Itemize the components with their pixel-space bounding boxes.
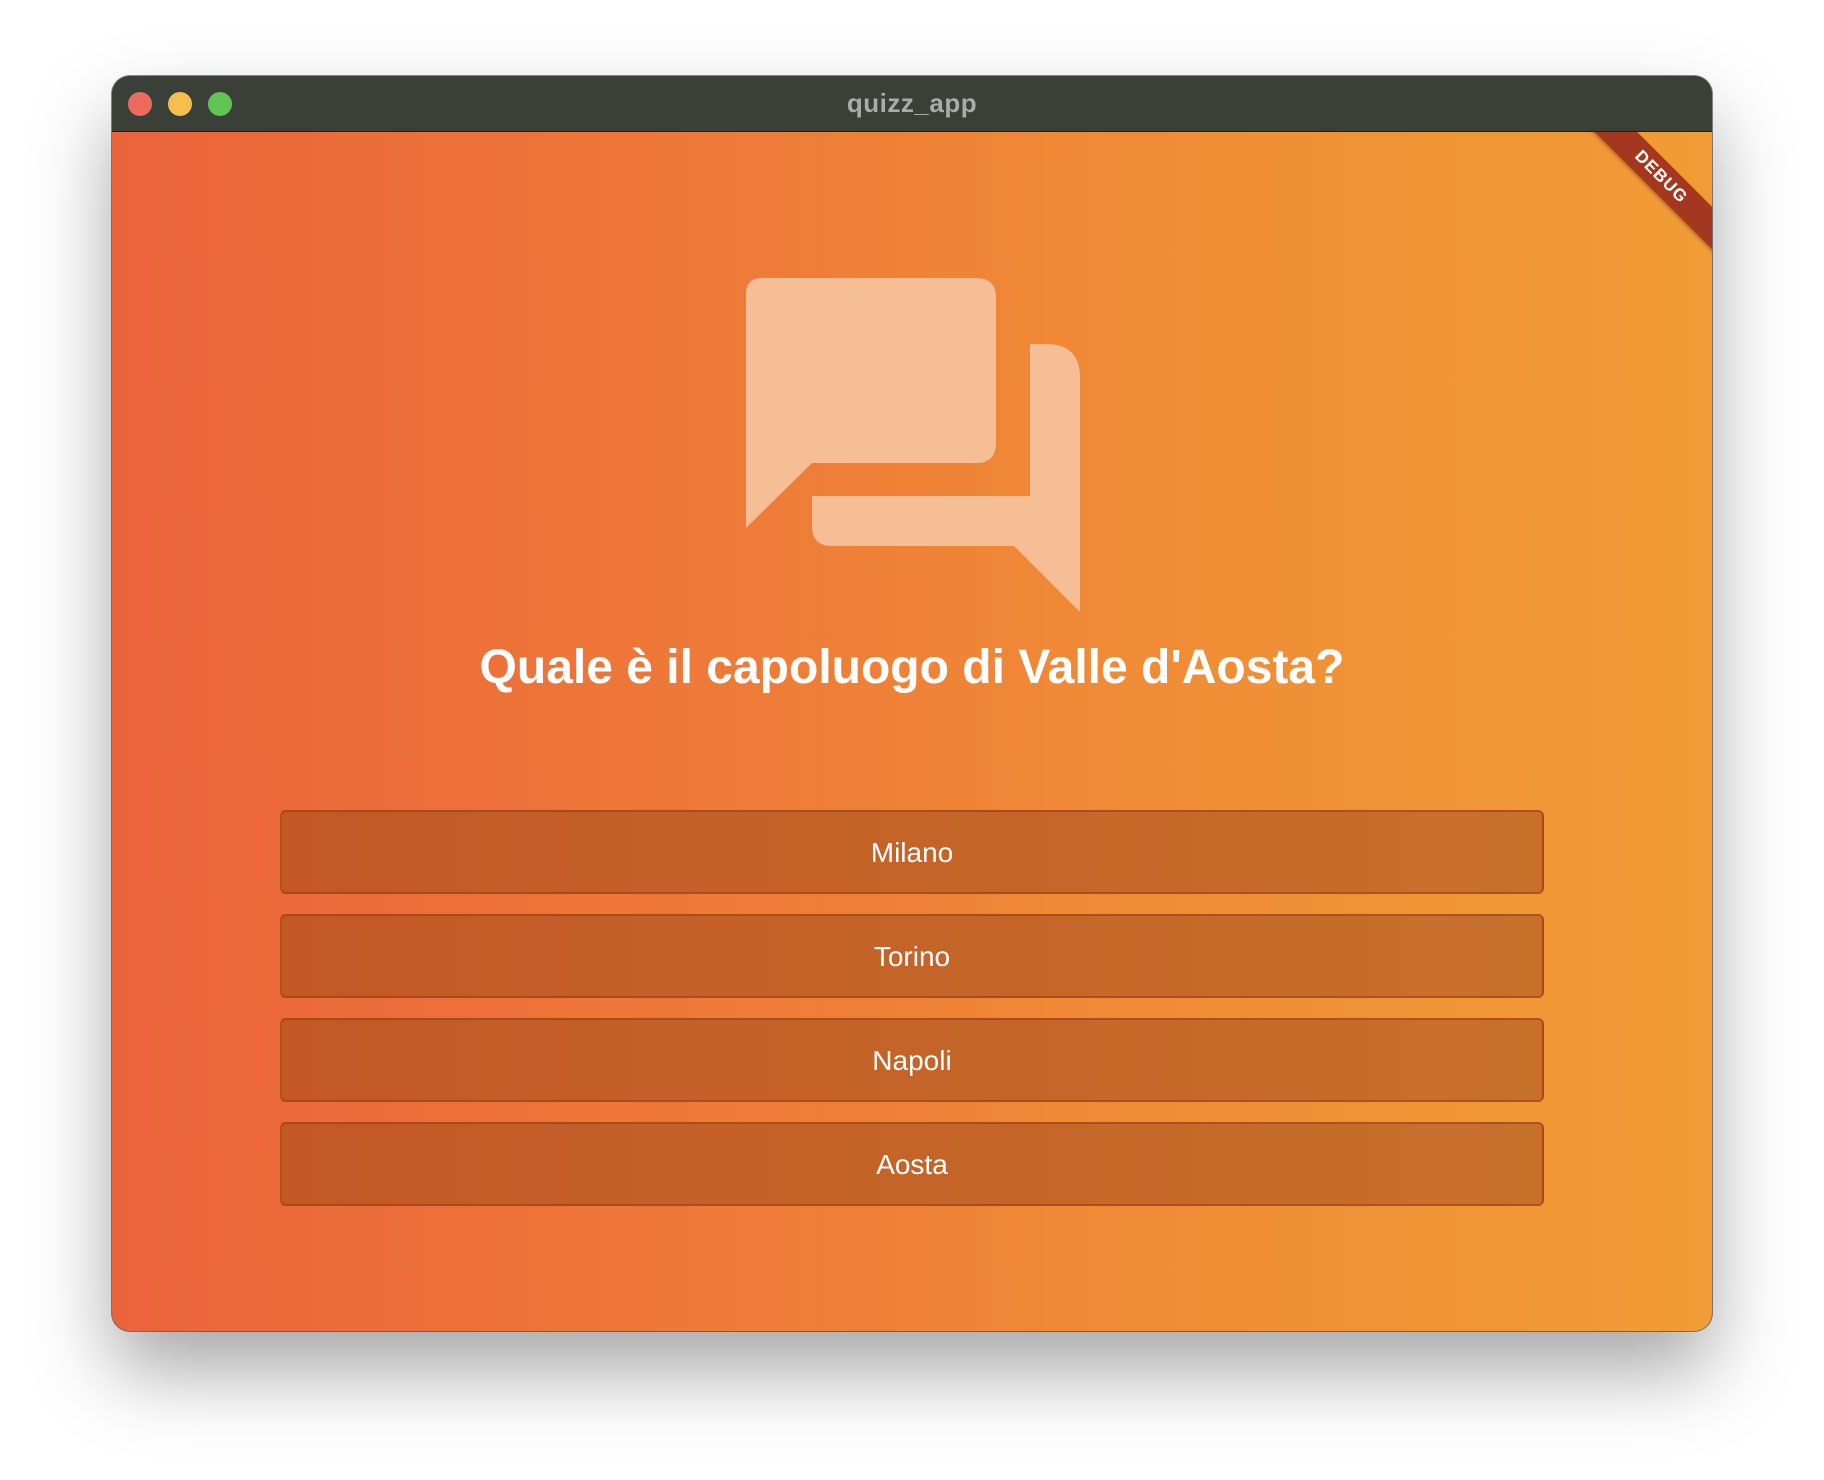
debug-banner: DEBUG (1583, 132, 1712, 255)
answer-button-milano[interactable]: Milano (280, 810, 1544, 894)
app-window: quizz_app DEBUG Quale è il capoluogo di … (112, 76, 1712, 1331)
answer-button-napoli[interactable]: Napoli (280, 1018, 1544, 1102)
window-title: quizz_app (846, 88, 978, 118)
chat-bubbles-icon (746, 278, 1080, 612)
quiz-screen: DEBUG Quale è il capoluogo di Valle d'Ao… (112, 132, 1712, 1331)
answer-button-torino[interactable]: Torino (280, 914, 1544, 998)
title-bar[interactable]: quizz_app (112, 76, 1712, 132)
answer-button-aosta[interactable]: Aosta (280, 1122, 1544, 1206)
question-text: Quale è il capoluogo di Valle d'Aosta? (479, 641, 1345, 694)
answer-list: Milano Torino Napoli Aosta (280, 810, 1544, 1226)
